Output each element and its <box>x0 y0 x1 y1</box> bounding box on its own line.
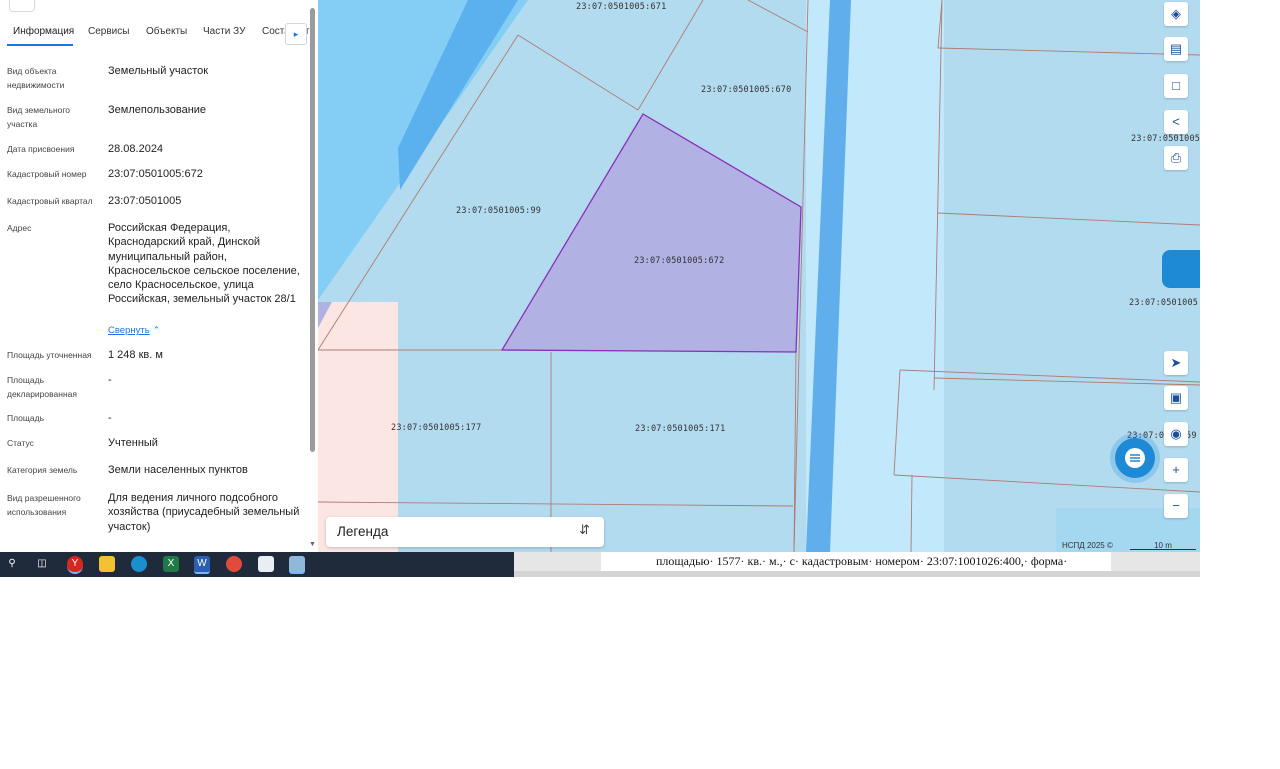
map-canvas <box>318 0 1200 552</box>
parcel-label: 23:07:0501005:6 <box>1131 134 1200 144</box>
attr-label: Площадь <box>7 413 45 423</box>
locate-icon[interactable]: ➤ <box>1164 351 1188 375</box>
chat-lines-icon <box>1125 448 1145 468</box>
info-panel: Информация Сервисы Объекты Части ЗУ Сост… <box>0 0 318 552</box>
zoom-in-icon[interactable]: + <box>1164 458 1188 482</box>
selected-parcel[interactable] <box>500 113 802 353</box>
parcel-label: 23:07:0501005:99 <box>456 206 542 216</box>
parcel-label: 23:07:0501005:671 <box>576 2 667 12</box>
map-scale: 10 m <box>1130 541 1196 550</box>
notepad-icon[interactable] <box>258 556 274 572</box>
panel-scrollbar[interactable] <box>310 8 315 452</box>
attr-label: Вид земельного участка <box>7 105 71 129</box>
legend-dropdown[interactable]: Легенда ⇵ <box>326 517 604 547</box>
chevron-up-icon: ⌃ <box>152 325 161 335</box>
zoom-out-icon[interactable]: − <box>1164 494 1188 518</box>
attr-value: - <box>108 412 112 424</box>
word-icon[interactable]: W <box>194 556 210 574</box>
windows-taskbar: ⚲ ◫ Y X W <box>0 552 514 577</box>
yandex-browser-icon[interactable]: Y <box>67 556 83 574</box>
parcel-label: 23:07:0501005:171 <box>635 424 726 434</box>
cadastral-number: 23:07:0501005:672 <box>108 168 203 180</box>
collapse-row: Свернуть ⌃ <box>108 323 303 338</box>
attr-value: - <box>108 374 112 386</box>
collapse-link[interactable]: Свернуть <box>108 325 150 336</box>
edge-icon[interactable] <box>131 556 147 572</box>
task-view-icon[interactable]: ◫ <box>34 556 50 572</box>
scroll-down-arrow-icon[interactable]: ▼ <box>309 541 316 548</box>
cadastral-quarter: 23:07:0501005 <box>108 195 182 207</box>
print-icon[interactable]: ⎙ <box>1164 146 1188 170</box>
chrome-icon[interactable] <box>226 556 242 572</box>
layers-icon[interactable]: ◈ <box>1164 2 1188 26</box>
ruler-icon[interactable]: ▤ <box>1164 37 1188 61</box>
active-tab-indicator <box>7 44 73 46</box>
panel-toolbar-icon[interactable] <box>9 0 35 12</box>
attr-value: 28.08.2024 <box>108 143 164 155</box>
attr-label: Вид разрешенного использования <box>7 493 81 517</box>
panel-tabs: Информация Сервисы Объекты Части ЗУ Сост… <box>0 20 318 46</box>
selected-parcel-label: 23:07:0501005:672 <box>634 256 725 266</box>
tabs-scroll-right-button[interactable]: ▸ <box>285 23 307 45</box>
address-value: Российская Федерация, Краснодарский край… <box>108 222 300 306</box>
area-value: 1 248 кв. м <box>108 349 163 361</box>
chat-assistant-icon[interactable] <box>1162 250 1200 288</box>
attr-value: Землепользование <box>108 104 207 116</box>
paint-icon[interactable] <box>289 556 305 574</box>
attr-label: Дата присвоения <box>7 144 75 154</box>
attr-label: Кадастровый номер <box>7 169 87 179</box>
document-text: площадью· 1577· кв.· м.,· с· кадастровым… <box>656 554 1068 568</box>
chevron-updown-icon: ⇵ <box>579 522 590 537</box>
excel-icon[interactable]: X <box>163 556 179 572</box>
zone-pink <box>318 302 398 552</box>
pin-icon[interactable]: ◉ <box>1164 422 1188 446</box>
parcel-label: 23:07:0501005:670 <box>701 85 792 95</box>
minimap-icon[interactable]: ▣ <box>1164 386 1188 410</box>
attr-label: Площадь декларированная <box>7 375 77 399</box>
attr-label: Площадь уточненная <box>7 350 92 360</box>
attr-value: Земельный участок <box>108 65 209 77</box>
tab-land-parts[interactable]: Части ЗУ <box>203 26 245 37</box>
select-area-icon[interactable]: □ <box>1164 74 1188 98</box>
attr-label: Кадастровый квартал <box>7 196 93 206</box>
legend-label: Легенда <box>337 524 389 539</box>
map-copyright: НСПД 2025 © <box>1062 541 1113 550</box>
status-value: Учтенный <box>108 437 158 449</box>
chat-icon[interactable] <box>1115 438 1155 478</box>
parcel-label: 23:07:0501005:61 <box>1129 298 1200 308</box>
tab-objects[interactable]: Объекты <box>146 26 187 37</box>
attr-label: Статус <box>7 438 34 448</box>
attr-label: Вид объекта недвижимости <box>7 66 65 90</box>
attr-value: Для ведения личного подсобного хозяйства… <box>108 492 300 533</box>
attr-label: Адрес <box>7 223 32 233</box>
parcel-label: 23:07:0501005:177 <box>391 423 482 433</box>
word-document-fragment: площадью· 1577· кв.· м.,· с· кадастровым… <box>514 552 1200 577</box>
search-icon[interactable]: ⚲ <box>4 556 20 572</box>
share-icon[interactable]: < <box>1164 110 1188 134</box>
attr-value: Земли населенных пунктов <box>108 464 248 476</box>
tab-services[interactable]: Сервисы <box>88 26 129 37</box>
cadastral-map[interactable]: 23:07:0501005:671 23:07:0501005:670 23:0… <box>318 0 1200 552</box>
tab-information[interactable]: Информация <box>13 26 74 37</box>
attr-label: Категория земель <box>7 465 78 475</box>
file-explorer-icon[interactable] <box>99 556 115 572</box>
document-status-bar <box>514 571 1200 577</box>
